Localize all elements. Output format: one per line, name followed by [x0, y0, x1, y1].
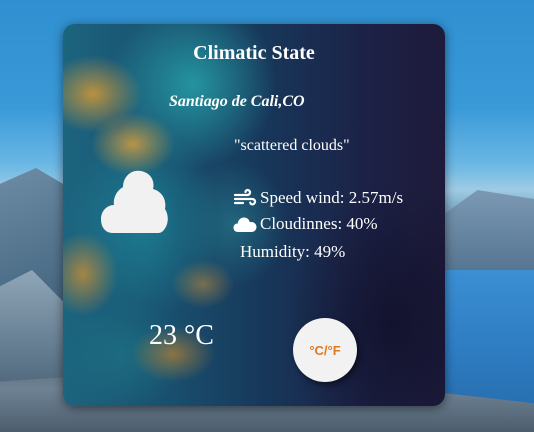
wind-icon — [233, 188, 257, 206]
cloudiness-value: Cloudinnes: 40% — [260, 214, 378, 233]
city-name: Santiago de Cali,CO — [169, 93, 305, 110]
unit-toggle-button[interactable]: °C/°F — [293, 318, 357, 382]
card-title: Climatic State — [193, 42, 315, 64]
cloud-icon — [101, 170, 168, 233]
weather-description: "scattered clouds" — [234, 137, 350, 154]
wind-speed: Speed wind: 2.57m/s — [260, 188, 404, 207]
cloudiness-row: Cloudinnes: 40% — [233, 214, 378, 234]
weather-card: Climatic State Santiago de Cali,CO "scat… — [63, 24, 445, 406]
humidity-row: Humidity: 49% — [240, 242, 345, 262]
humidity-value: Humidity: 49% — [240, 242, 346, 261]
wind-row: Speed wind: 2.57m/s — [233, 188, 403, 208]
temperature-value: 23 °C — [149, 320, 214, 351]
cloud-icon — [233, 217, 257, 232]
background-mountain — [440, 190, 534, 280]
